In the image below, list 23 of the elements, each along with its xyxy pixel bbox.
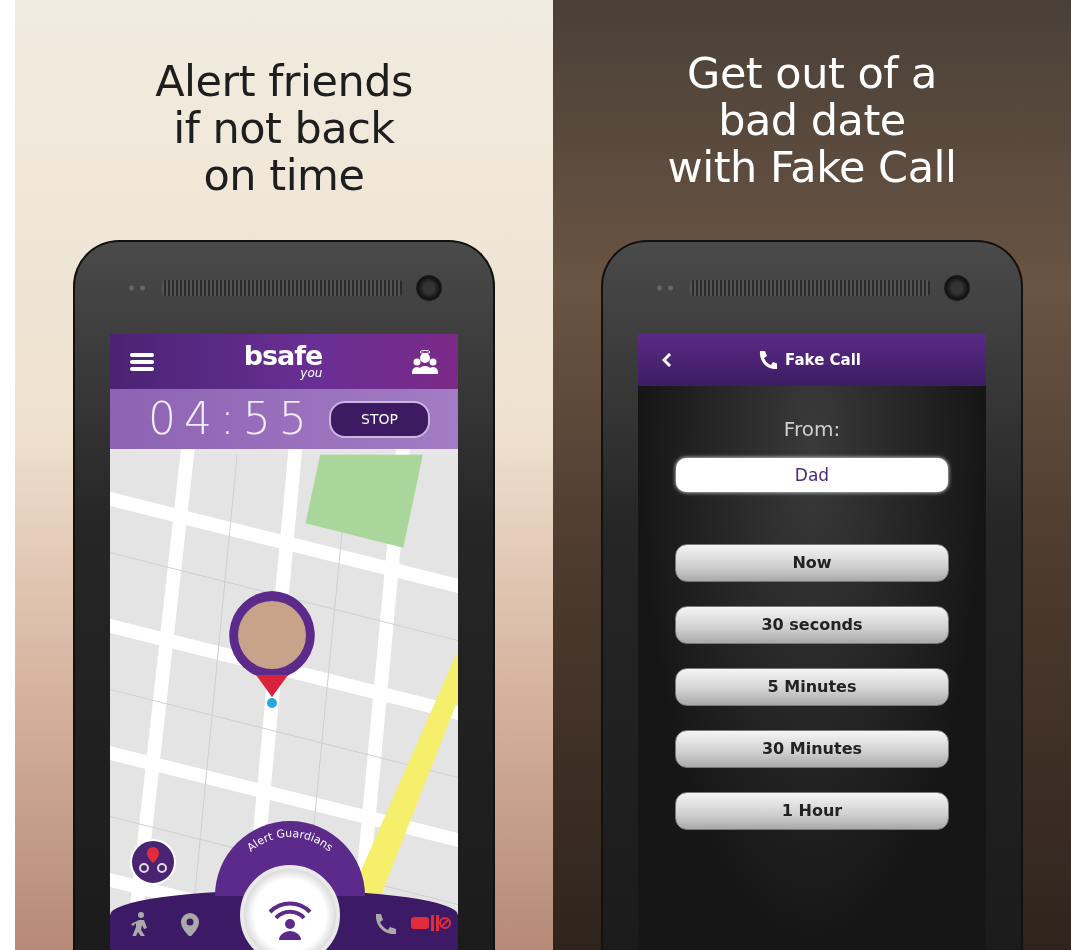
location-pins-icon[interactable]: [130, 839, 176, 885]
walking-person-icon[interactable]: [130, 912, 148, 936]
camera-lens: [944, 275, 970, 301]
logo-subtext: you: [299, 366, 323, 379]
back-icon[interactable]: [662, 353, 672, 367]
countdown-timer: 04:55: [148, 392, 315, 446]
caller-input-field[interactable]: Dad: [676, 458, 948, 492]
location-pin-icon[interactable]: [180, 912, 200, 936]
from-label: From:: [783, 416, 841, 443]
delay-option-button[interactable]: 1 Hour: [675, 792, 949, 830]
headline-text: Alert friends if not back on time: [155, 55, 413, 202]
header-title: Fake Call: [785, 349, 861, 371]
delay-option-button[interactable]: 30 seconds: [675, 606, 949, 644]
headline-text: Get out of a bad date with Fake Call: [667, 47, 957, 194]
stop-button[interactable]: STOP: [329, 400, 430, 438]
camera-lens: [416, 275, 442, 301]
menu-icon[interactable]: [130, 351, 154, 372]
group-icon[interactable]: [412, 349, 438, 374]
phone-icon: [757, 350, 778, 370]
delay-option-button[interactable]: 5 Minutes: [675, 668, 949, 706]
delay-option-button[interactable]: 30 Minutes: [675, 730, 949, 768]
delay-option-button[interactable]: Now: [675, 544, 949, 582]
logo-text: bsafe: [243, 344, 323, 367]
